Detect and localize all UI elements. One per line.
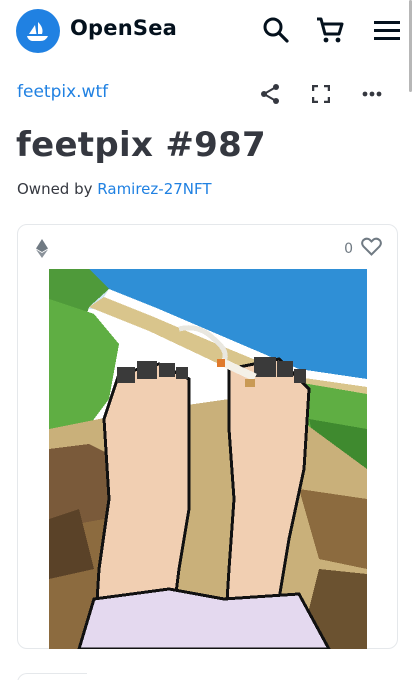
next-section-edge	[17, 673, 87, 680]
more-icon[interactable]	[358, 80, 386, 108]
fullscreen-icon[interactable]	[307, 80, 335, 108]
heart-icon[interactable]	[361, 237, 382, 260]
collection-link[interactable]: feetpix.wtf	[17, 82, 108, 102]
item-title: feetpix #987	[16, 125, 266, 165]
like-count: 0	[344, 240, 353, 257]
menu-icon[interactable]	[370, 13, 404, 47]
ethereum-icon	[36, 239, 48, 262]
search-icon[interactable]	[259, 13, 293, 47]
page-scrollbar[interactable]	[409, 0, 412, 92]
owner-link[interactable]: Ramirez-27NFT	[97, 180, 211, 198]
favorite-control[interactable]: 0	[344, 237, 382, 260]
owned-by-label: Owned by	[17, 180, 93, 198]
brand-name[interactable]: OpenSea	[70, 16, 177, 40]
share-icon[interactable]	[256, 80, 284, 108]
top-navigation: OpenSea	[0, 0, 415, 62]
item-image-card: 0	[17, 224, 398, 649]
owned-by: Owned by Ramirez-27NFT	[17, 180, 212, 198]
nft-artwork[interactable]	[49, 269, 367, 649]
cart-icon[interactable]	[313, 13, 347, 47]
opensea-logo-icon[interactable]	[16, 9, 60, 53]
